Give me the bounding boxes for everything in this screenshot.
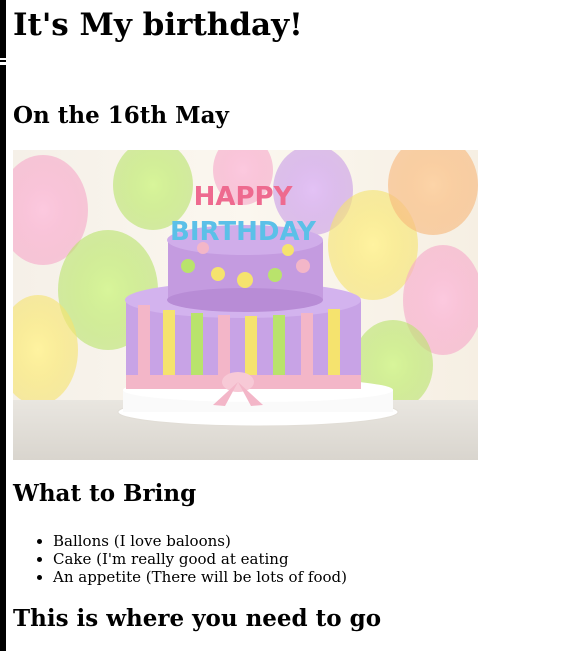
list-item: Cake (I'm really good at eating <box>53 550 563 568</box>
page-title: It's My birthday! <box>13 7 303 43</box>
left-border <box>0 0 6 651</box>
page-content: It's My birthday! On the 16th May HAPPY … <box>0 0 563 633</box>
bring-list: Ballons (I love baloons) Cake (I'm reall… <box>13 532 563 586</box>
where-heading: This is where you need to go <box>13 605 382 632</box>
list-item: Ballons (I love baloons) <box>53 532 563 550</box>
cake-candles-bottom: BIRTHDAY <box>170 217 317 247</box>
cake-candles-top: HAPPY <box>194 182 294 212</box>
birthday-cake-image: HAPPY BIRTHDAY <box>13 150 478 460</box>
title-rule <box>0 60 6 62</box>
date-heading: On the 16th May <box>13 102 229 129</box>
list-item: An appetite (There will be lots of food) <box>53 568 563 586</box>
what-to-bring-heading: What to Bring <box>13 480 197 507</box>
